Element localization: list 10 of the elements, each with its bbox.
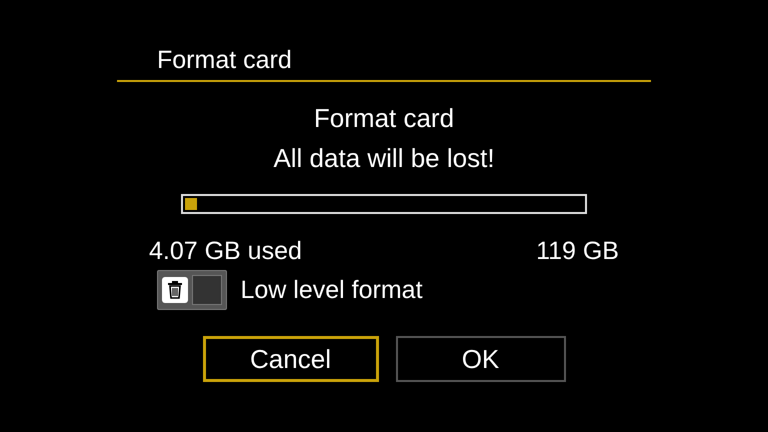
cancel-button[interactable]: Cancel bbox=[202, 336, 378, 382]
message-text: Format card bbox=[314, 102, 454, 134]
capacity-text: 119 GB bbox=[536, 236, 619, 266]
checkbox[interactable] bbox=[192, 275, 222, 305]
checkbox-label: Low level format bbox=[240, 275, 423, 305]
trash-icon bbox=[162, 277, 188, 303]
ok-button[interactable]: OK bbox=[396, 336, 566, 382]
used-space-text: 4.07 GB used bbox=[149, 236, 302, 266]
message-text: All data will be lost! bbox=[273, 142, 495, 174]
screen-title: Format card bbox=[157, 46, 292, 74]
